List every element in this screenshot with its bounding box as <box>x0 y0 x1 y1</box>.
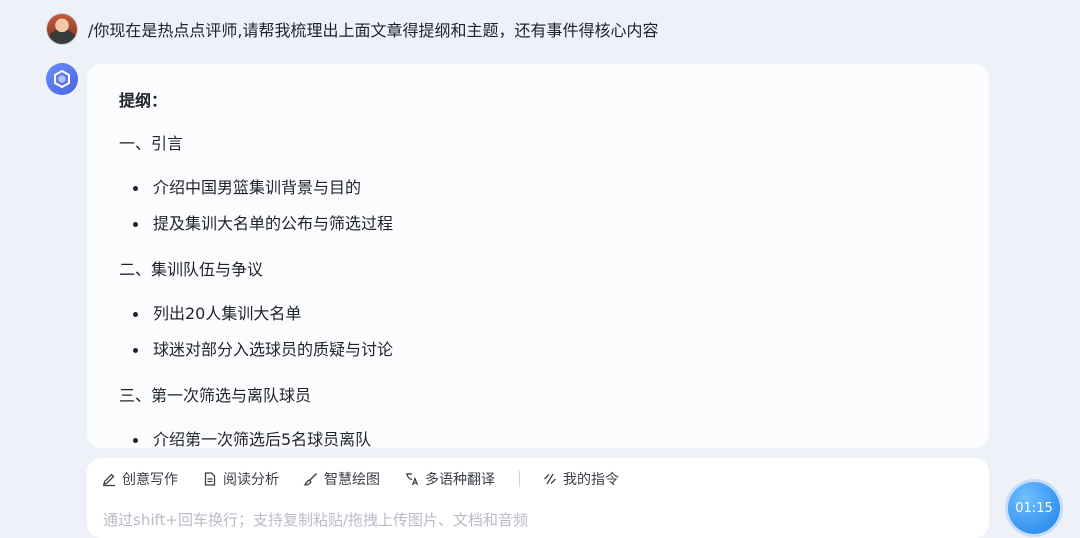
bullet-list: 列出20人集训大名单 球迷对部分入选球员的质疑与讨论 <box>119 303 957 361</box>
bullet-list: 介绍中国男篮集训背景与目的 提及集训大名单的公布与筛选过程 <box>119 177 957 235</box>
smart-drawing-button[interactable]: 智慧绘图 <box>303 469 380 489</box>
bullet-item: 提及集训大名单的公布与筛选过程 <box>133 213 957 235</box>
translation-label: 多语种翻译 <box>425 472 495 488</box>
outline-title: 提纲： <box>119 91 168 110</box>
translate-icon <box>406 473 419 486</box>
section-heading: 三、第一次筛选与离队球员 <box>119 386 312 405</box>
creative-writing-label: 创意写作 <box>122 472 178 488</box>
my-commands-label: 我的指令 <box>563 472 619 488</box>
toolbar-divider <box>519 471 520 487</box>
section-heading: 一、引言 <box>119 134 184 153</box>
assistant-answer-card: 提纲： 一、引言 介绍中国男篮集训背景与目的 提及集训大名单的公布与筛选过程 二… <box>87 64 989 448</box>
message-input[interactable] <box>101 510 965 530</box>
section-heading: 二、集训队伍与争议 <box>119 260 264 279</box>
bullet-item: 介绍第一次筛选后5名球员离队 <box>133 429 957 448</box>
document-icon <box>204 472 216 486</box>
brush-icon <box>303 473 317 486</box>
pen-icon <box>103 473 115 487</box>
smart-drawing-label: 智慧绘图 <box>324 472 380 488</box>
reading-analysis-button[interactable]: 阅读分析 <box>202 469 279 489</box>
timer-text: 01:15 <box>1015 500 1053 516</box>
translation-button[interactable]: 多语种翻译 <box>404 469 495 489</box>
assistant-logo-icon <box>46 63 78 95</box>
reading-analysis-label: 阅读分析 <box>223 472 279 488</box>
recording-timer-button[interactable]: 01:15 <box>1008 482 1060 534</box>
prompt-toolbar: 创意写作 阅读分析 智慧绘图 多语种翻译 我的指令 <box>87 458 989 500</box>
user-avatar[interactable] <box>46 13 78 45</box>
bullet-item: 球迷对部分入选球员的质疑与讨论 <box>133 339 957 361</box>
command-icon <box>544 473 556 485</box>
user-message-text: /你现在是热点点评师,请帮我梳理出上面文章得提纲和主题，还有事件得核心内容 <box>88 21 659 40</box>
creative-writing-button[interactable]: 创意写作 <box>101 469 178 489</box>
bullet-list: 介绍第一次筛选后5名球员离队 <box>119 429 957 448</box>
bullet-item: 介绍中国男篮集训背景与目的 <box>133 177 957 199</box>
bullet-item: 列出20人集训大名单 <box>133 303 957 325</box>
my-commands-button[interactable]: 我的指令 <box>542 469 619 489</box>
user-message: /你现在是热点点评师,请帮我梳理出上面文章得提纲和主题，还有事件得核心内容 <box>46 13 658 45</box>
input-area: 创意写作 阅读分析 智慧绘图 多语种翻译 我的指令 通过shift+回车换行；支… <box>87 458 989 538</box>
